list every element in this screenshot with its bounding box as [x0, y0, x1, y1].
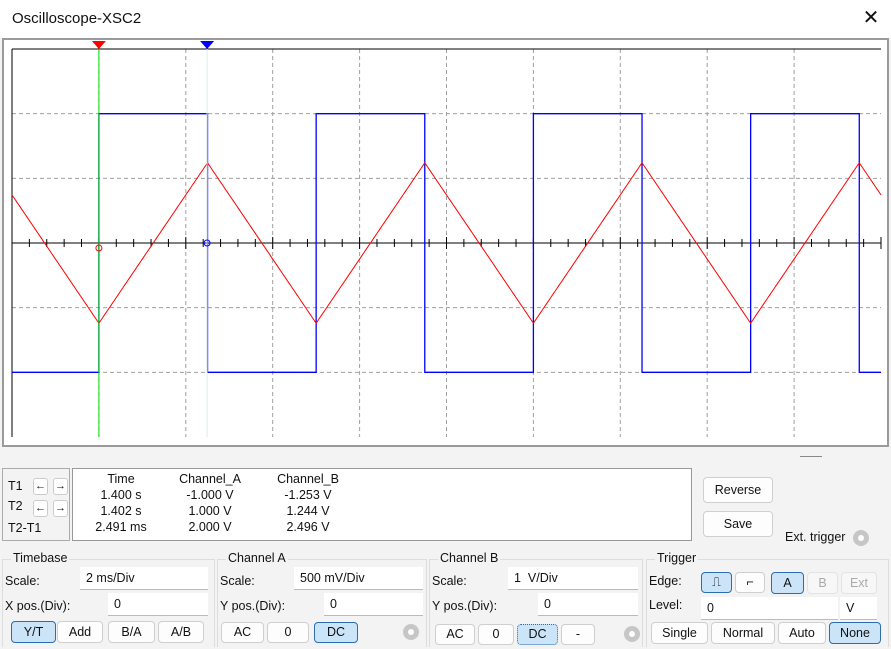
- falling-edge-icon[interactable]: ⌐: [735, 572, 765, 593]
- waveform-plot: [11, 41, 882, 437]
- readout-cell: 2.000 V: [188, 520, 232, 534]
- mode-ba-button[interactable]: B/A: [108, 621, 155, 643]
- timebase-group: Timebase Scale: 2 ms/Div X pos.(Div): 0 …: [2, 551, 215, 647]
- channel-b-ypos-label: Y pos.(Div):: [432, 599, 498, 613]
- readout-cell: 1.400 s: [100, 488, 142, 502]
- t2-right-arrow-icon[interactable]: →: [53, 500, 68, 517]
- channel-b-ac-button[interactable]: AC: [435, 624, 475, 645]
- channel-a-title: Channel A: [226, 551, 288, 565]
- t2-label: T2: [8, 499, 23, 513]
- channel-a-ypos-input[interactable]: 0: [324, 593, 423, 616]
- readout-cell: -1.000 V: [186, 488, 234, 502]
- channel-b-scale-input[interactable]: 1 V/Div: [508, 567, 638, 590]
- level-label: Level:: [649, 598, 683, 612]
- trigger-source-ext-button[interactable]: Ext: [841, 572, 877, 594]
- trigger-title: Trigger: [655, 551, 699, 565]
- trigger-level-unit[interactable]: V: [840, 597, 877, 620]
- header-time: Time: [107, 472, 135, 486]
- timebase-title: Timebase: [11, 551, 70, 565]
- trigger-group: Trigger Edge: ⎍ ⌐ A B Ext Level: 0 V Sin…: [646, 551, 889, 647]
- measurement-readout: Time Channel_A Channel_B 1.400 s -1.000 …: [72, 468, 692, 541]
- channel-a-scale-input[interactable]: 500 mV/Div: [294, 567, 423, 590]
- close-icon[interactable]: ✕: [858, 5, 884, 31]
- header-channel-b: Channel_B: [277, 472, 339, 486]
- channel-a-dc-button[interactable]: DC: [314, 622, 358, 643]
- readout-cell: 1.244 V: [286, 504, 330, 518]
- channel-b-dc-button[interactable]: DC: [517, 624, 558, 645]
- channel-b-title: Channel B: [438, 551, 501, 565]
- channel-b-zero-button[interactable]: 0: [478, 624, 514, 645]
- timebase-scale-input[interactable]: 2 ms/Div: [80, 567, 208, 590]
- channel-a-ac-button[interactable]: AC: [221, 622, 264, 643]
- channel-b-ypos-input[interactable]: 0: [538, 593, 638, 616]
- channel-b-minus-button[interactable]: -: [561, 624, 595, 645]
- channel-a-ypos-label: Y pos.(Div):: [220, 599, 286, 613]
- mode-add-button[interactable]: Add: [57, 621, 103, 643]
- cursor-panel: T1 ← → T2 ← → T2-T1: [2, 468, 70, 541]
- timebase-scale-label: Scale:: [5, 574, 40, 588]
- channel-a-terminal[interactable]: [403, 624, 419, 640]
- title-bar: Oscilloscope-XSC2 ✕: [0, 0, 891, 38]
- rising-edge-icon[interactable]: ⎍: [701, 572, 732, 593]
- readout-cell: 2.496 V: [286, 520, 330, 534]
- trigger-auto-button[interactable]: Auto: [778, 622, 826, 644]
- t1-right-arrow-icon[interactable]: →: [53, 478, 68, 495]
- readout-cell: 1.402 s: [100, 504, 142, 518]
- readout-cell: 1.000 V: [188, 504, 232, 518]
- cursor-1-handle-icon[interactable]: [91, 41, 106, 49]
- splitter-handle[interactable]: [800, 456, 822, 457]
- cursor-2-handle-icon[interactable]: [200, 41, 215, 49]
- window-title: Oscilloscope-XSC2: [12, 10, 142, 27]
- trigger-none-button[interactable]: None: [829, 622, 881, 644]
- t2-left-arrow-icon[interactable]: ←: [33, 500, 48, 517]
- channel-b-terminal[interactable]: [624, 626, 640, 642]
- readout-cell: 2.491 ms: [95, 520, 147, 534]
- channel-a-zero-button[interactable]: 0: [267, 622, 309, 643]
- readout-cell: -1.253 V: [284, 488, 332, 502]
- t1-left-arrow-icon[interactable]: ←: [33, 478, 48, 495]
- header-channel-a: Channel_A: [179, 472, 241, 486]
- trigger-single-button[interactable]: Single: [651, 622, 708, 644]
- trigger-source-a-button[interactable]: A: [771, 572, 804, 594]
- trigger-source-b-button[interactable]: B: [807, 572, 838, 594]
- mode-yt-button[interactable]: Y/T: [11, 621, 56, 643]
- save-button[interactable]: Save: [703, 511, 773, 537]
- edge-label: Edge:: [649, 574, 682, 588]
- ext-trigger-terminal[interactable]: [853, 530, 869, 546]
- mode-ab-button[interactable]: A/B: [158, 621, 204, 643]
- channel-a-group: Channel A Scale: 500 mV/Div Y pos.(Div):…: [217, 551, 427, 647]
- oscilloscope-screen: [2, 38, 889, 447]
- t2-t1-label: T2-T1: [8, 521, 42, 535]
- xpos-input[interactable]: 0: [108, 593, 208, 616]
- reverse-button[interactable]: Reverse: [703, 477, 773, 503]
- xpos-label: X pos.(Div):: [5, 599, 71, 613]
- channel-a-scale-label: Scale:: [220, 574, 255, 588]
- trigger-normal-button[interactable]: Normal: [711, 622, 775, 644]
- channel-b-scale-label: Scale:: [432, 574, 467, 588]
- ext-trigger-label: Ext. trigger: [785, 530, 846, 544]
- trigger-level-input[interactable]: 0: [701, 597, 838, 620]
- channel-b-group: Channel B Scale: 1 V/Div Y pos.(Div): 0 …: [429, 551, 643, 647]
- t1-label: T1: [8, 479, 23, 493]
